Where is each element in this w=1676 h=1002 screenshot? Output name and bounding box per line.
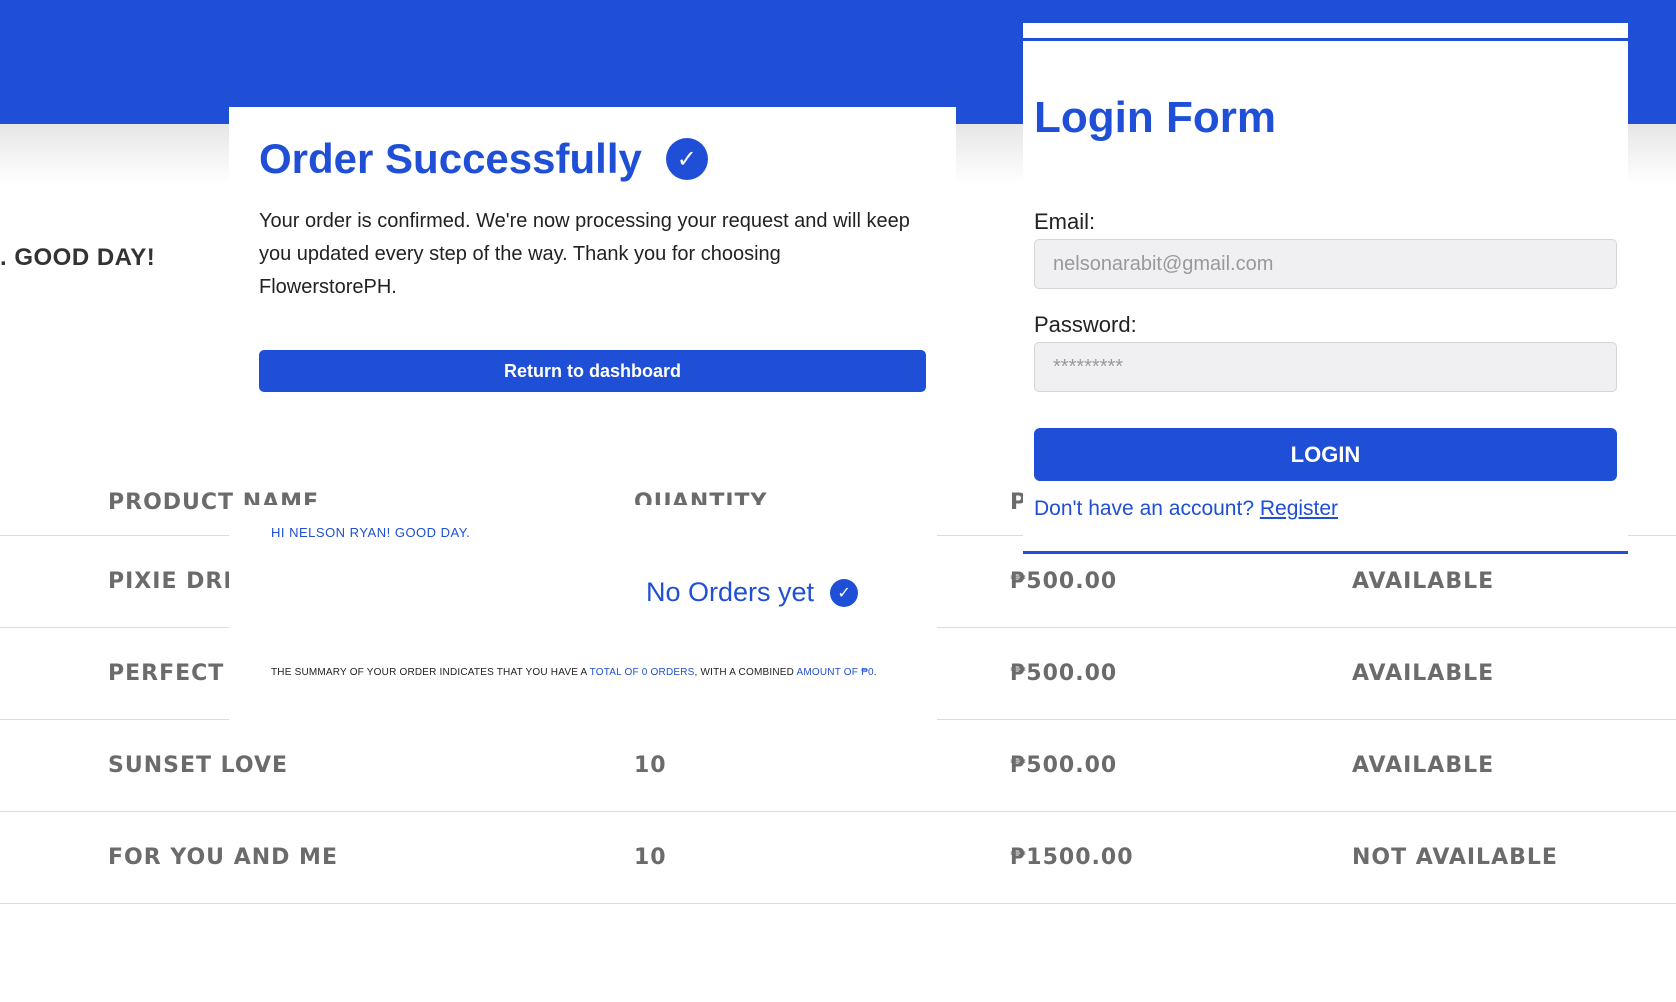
availability: AVAILABLE bbox=[1352, 753, 1495, 778]
order-message: Your order is confirmed. We're now proce… bbox=[259, 210, 910, 298]
check-circle-icon: ✓ bbox=[665, 138, 708, 180]
no-orders-text: No Orders yet bbox=[646, 577, 815, 607]
check-circle-icon: ✓ bbox=[830, 578, 859, 607]
summary-amount: AMOUNT OF ₱0 bbox=[796, 667, 874, 678]
login-top-strip bbox=[1023, 23, 1628, 38]
price: ₱500.00 bbox=[1010, 661, 1118, 686]
order-success-card: Order Successfully ✓ Your order is confi… bbox=[229, 107, 956, 437]
password-label: Password: bbox=[1034, 312, 1137, 337]
login-form-card: Login Form Email: nelsonarabit@gmail.com… bbox=[1023, 23, 1628, 554]
summary-total-orders: TOTAL OF 0 ORDERS bbox=[589, 667, 695, 678]
login-title: Login Form bbox=[1034, 93, 1276, 142]
order-title: Order Successfully ✓ bbox=[259, 135, 926, 183]
availability: AVAILABLE bbox=[1352, 661, 1495, 686]
email-label: Email: bbox=[1034, 209, 1096, 234]
email-field[interactable]: nelsonarabit@gmail.com bbox=[1034, 239, 1617, 289]
summary-middle: , WITH A COMBINED bbox=[694, 667, 797, 678]
summary-text: THE SUMMARY OF YOUR ORDER INDICATES THAT… bbox=[271, 667, 877, 678]
quantity: 10 bbox=[634, 753, 667, 778]
product-name: FOR YOU AND ME bbox=[108, 845, 338, 870]
summary-suffix: . bbox=[873, 667, 877, 678]
register-link[interactable]: Register bbox=[1260, 497, 1338, 520]
register-prompt-text: Don't have an account? bbox=[1034, 497, 1260, 520]
table-row[interactable]: SUNSET LOVE 10 ₱500.00 AVAILABLE bbox=[0, 720, 1676, 812]
background-greeting: . GOOD DAY! bbox=[0, 244, 156, 271]
order-summary-card: HI NELSON RYAN! GOOD DAY. No Orders yet … bbox=[229, 505, 937, 721]
login-button[interactable]: LOGIN bbox=[1034, 428, 1617, 481]
product-name: SUNSET LOVE bbox=[108, 753, 289, 778]
summary-greeting: HI NELSON RYAN! GOOD DAY. bbox=[271, 525, 471, 540]
price: ₱500.00 bbox=[1010, 753, 1118, 778]
order-title-text: Order Successfully bbox=[259, 135, 642, 182]
register-prompt: Don't have an account? Register bbox=[1034, 497, 1338, 521]
password-field[interactable]: ********* bbox=[1034, 342, 1617, 392]
price: ₱1500.00 bbox=[1010, 845, 1134, 870]
table-row[interactable]: FOR YOU AND ME 10 ₱1500.00 NOT AVAILABLE bbox=[0, 812, 1676, 904]
summary-prefix: THE SUMMARY OF YOUR ORDER INDICATES THAT… bbox=[271, 667, 590, 678]
quantity: 10 bbox=[634, 845, 667, 870]
availability: NOT AVAILABLE bbox=[1352, 845, 1558, 870]
no-orders-status: No Orders yet ✓ bbox=[646, 577, 859, 608]
return-to-dashboard-button[interactable]: Return to dashboard bbox=[259, 350, 926, 392]
